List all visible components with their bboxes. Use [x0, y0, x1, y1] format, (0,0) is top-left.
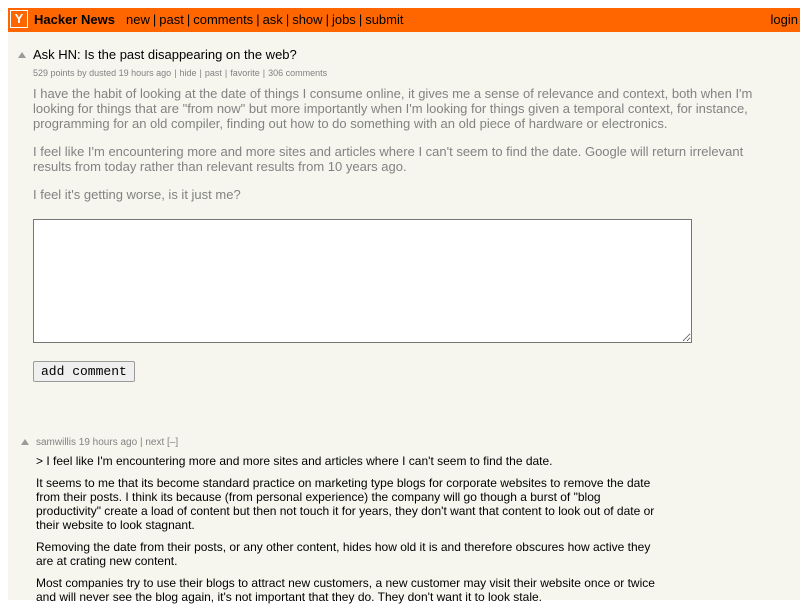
nav-ask-link[interactable]: ask	[263, 12, 283, 27]
hide-link[interactable]: hide	[180, 68, 197, 78]
comment-separator: |	[139, 437, 143, 448]
story-author-link[interactable]: dusted	[89, 68, 116, 78]
top-nav: new | past | comments | ask | show | jobs | submit	[126, 12, 404, 27]
subtext-separator: |	[224, 68, 228, 78]
comment-next-link[interactable]: next	[145, 437, 164, 448]
nav-jobs-link[interactable]: jobs	[332, 12, 356, 27]
past-link[interactable]: past	[205, 68, 222, 78]
story-paragraph: I feel it's getting worse, is it just me…	[33, 187, 241, 202]
story-text: I have the habit of looking at the date …	[33, 86, 778, 215]
story-paragraph: I have the habit of looking at the date …	[33, 86, 753, 131]
nav-new-link[interactable]: new	[126, 12, 150, 27]
nav-separator: |	[152, 12, 157, 27]
story-points: 529 points	[33, 68, 75, 78]
subtext-separator: |	[199, 68, 202, 78]
header-bar: Y Hacker News new | past | comments | ask | show…	[8, 8, 800, 32]
nav-submit-link[interactable]: submit	[365, 12, 403, 27]
nav-separator: |	[186, 12, 191, 27]
story-upvote-icon[interactable]	[18, 52, 26, 58]
y-logo-icon[interactable]: Y	[10, 10, 28, 28]
nav-past-link[interactable]: past	[159, 12, 184, 27]
comment-upvote-icon[interactable]	[21, 439, 29, 445]
nav-separator: |	[325, 12, 329, 27]
story-paragraph: I feel like I'm encountering more and mo…	[33, 144, 744, 174]
story-subtext: 529 points by dusted 19 hours ago | hide | p…	[33, 68, 327, 78]
comment-body: > I feel like I'm encountering more and …	[36, 454, 661, 612]
nav-separator: |	[256, 12, 260, 27]
comment-age-link[interactable]: 19 hours ago	[79, 437, 137, 448]
favorite-link[interactable]: favorite	[230, 68, 260, 78]
story-age-link[interactable]: 19 hours ago	[119, 68, 172, 78]
login-link[interactable]: login	[771, 12, 798, 27]
story-title[interactable]: Ask HN: Is the past disappearing on the …	[33, 47, 297, 62]
page: Y Hacker News new | past | comments | ask | show…	[8, 8, 800, 604]
comment-author-link[interactable]: samwillis	[36, 437, 76, 448]
nav-show-link[interactable]: show	[292, 12, 322, 27]
comments-count-link[interactable]: 306 comments	[268, 68, 327, 78]
subtext-separator: |	[174, 68, 177, 78]
comment-header: samwillis 19 hours ago | next [–]	[36, 437, 178, 448]
comment-textarea[interactable]	[33, 219, 692, 343]
comment-collapse-toggle[interactable]: [–]	[167, 437, 178, 448]
nav-separator: |	[285, 12, 290, 27]
nav-separator: |	[358, 12, 363, 27]
comment-paragraph: > I feel like I'm encountering more and …	[36, 454, 553, 468]
nav-comments-link[interactable]: comments	[193, 12, 253, 27]
comment-paragraph: Removing the date from their posts, or a…	[36, 540, 651, 568]
site-name-link[interactable]: Hacker News	[34, 12, 115, 27]
subtext-separator: |	[262, 68, 266, 78]
add-comment-button[interactable]: add comment	[33, 361, 135, 382]
story-by-label: by	[77, 68, 87, 78]
comment-paragraph: It seems to me that its become standard …	[36, 476, 655, 532]
